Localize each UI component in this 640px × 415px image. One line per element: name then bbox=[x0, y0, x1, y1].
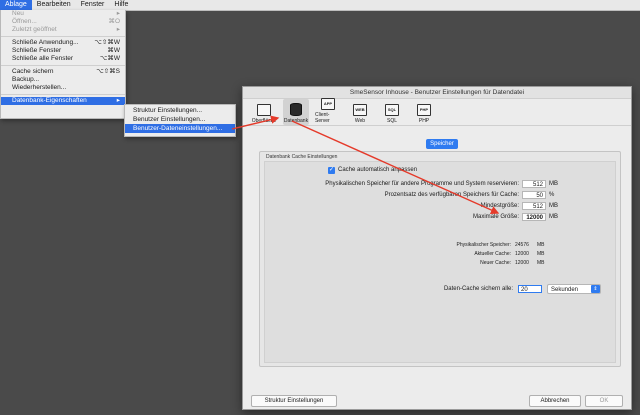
chevron-right-icon: ▸ bbox=[116, 10, 120, 17]
save-interval-unit-select[interactable]: Sekunden ⇕ bbox=[547, 284, 601, 294]
dialog-toolbar: Oberfläche Datenbank APP Client-Server W… bbox=[243, 98, 631, 126]
menu-item-datenbank-eigenschaften[interactable]: Datenbank-Eigenschaften ▸ bbox=[1, 97, 125, 105]
menu-separator bbox=[1, 36, 125, 37]
menu-item-schliesse-fenster[interactable]: Schließe Fenster ⌘W bbox=[1, 47, 125, 55]
group-title: Datenbank Cache Einstellungen bbox=[266, 154, 338, 160]
menu-item-wiederherstellen[interactable]: Wiederherstellen... bbox=[1, 84, 125, 92]
menu-ablage[interactable]: Ablage bbox=[0, 0, 32, 10]
database-icon bbox=[290, 103, 302, 116]
chevron-updown-icon: ⇕ bbox=[591, 285, 600, 293]
dialog-title: SmeSensor Inhouse - Benutzer Einstellung… bbox=[243, 87, 631, 99]
unit-label: MB bbox=[549, 203, 558, 209]
sql-icon: SQL bbox=[385, 104, 399, 116]
percent-field[interactable]: 50 bbox=[522, 191, 546, 199]
save-interval-label: Daten-Cache sichern alle: bbox=[443, 286, 513, 292]
window-icon bbox=[257, 104, 271, 116]
ok-button[interactable]: OK bbox=[585, 395, 623, 407]
phys-memory-value: 24576 bbox=[515, 242, 529, 248]
menu-item-schliesse-alle[interactable]: Schließe alle Fenster ⌥⌘W bbox=[1, 55, 125, 63]
unit-label: MB bbox=[537, 242, 545, 248]
auto-cache-checkbox[interactable]: ✓ bbox=[328, 167, 335, 174]
settings-dialog: SmeSensor Inhouse - Benutzer Einstellung… bbox=[242, 86, 632, 410]
menu-item-oeffnen: Öffnen... ⌘O bbox=[12, 18, 120, 25]
auto-cache-label: Cache automatisch anpassen bbox=[338, 167, 418, 173]
current-cache-label: Aktueller Cache: bbox=[474, 251, 511, 257]
reserve-field[interactable]: 512 bbox=[522, 180, 546, 188]
min-size-field[interactable]: 512 bbox=[522, 202, 546, 210]
file-menu: Neu ▸ Öffnen... ⌘O Zuletzt geöffnet ▸ Schli… bbox=[0, 10, 126, 119]
menu-fenster[interactable]: Fenster bbox=[76, 0, 110, 10]
struktur-settings-button[interactable]: Struktur Einstellungen bbox=[251, 395, 337, 407]
unit-label: MB bbox=[537, 260, 545, 266]
toolbar-datenbank[interactable]: Datenbank bbox=[283, 99, 309, 125]
unit-label: % bbox=[549, 192, 555, 198]
toolbar-label: Web bbox=[354, 118, 366, 124]
save-interval-field[interactable]: 20 bbox=[518, 285, 542, 293]
menu-item-cache-sichern[interactable]: Cache sichern ⌥⇧⌘S bbox=[1, 68, 125, 76]
toolbar-label: Datenbank bbox=[283, 118, 309, 124]
toolbar-label: Client-Server bbox=[315, 112, 330, 124]
new-cache-label: Neuer Cache: bbox=[480, 260, 511, 266]
menu-item-backup[interactable]: Backup... bbox=[1, 76, 125, 84]
datenbank-submenu: Struktur Einstellungen... Benutzer Einst… bbox=[124, 104, 236, 137]
toolbar-label: Oberfläche bbox=[251, 118, 277, 124]
toolbar-oberflaeche[interactable]: Oberfläche bbox=[251, 99, 277, 125]
menu-separator bbox=[1, 65, 125, 66]
max-size-field[interactable]: 12000 bbox=[522, 213, 546, 221]
toolbar-web[interactable]: WEB Web bbox=[347, 99, 373, 125]
max-size-label: Maximale Größe: bbox=[472, 214, 519, 220]
unit-label: MB bbox=[549, 214, 558, 220]
select-value: Sekunden bbox=[551, 287, 579, 293]
cache-group: Datenbank Cache Einstellungen ✓ Cache au… bbox=[259, 151, 621, 367]
phys-memory-label: Physikalischer Speicher: bbox=[456, 242, 511, 248]
menu-bearbeiten[interactable]: Bearbeiten bbox=[32, 0, 76, 10]
tab-speicher[interactable]: Speicher bbox=[426, 139, 458, 149]
menu-item-neu: Neu ▸ bbox=[12, 10, 120, 17]
toolbar-sql[interactable]: SQL SQL bbox=[379, 99, 405, 125]
menu-item-zuletzt: Zuletzt geöffnet ▸ bbox=[12, 26, 120, 33]
percent-label: Prozentsatz des verfügbaren Speichers fü… bbox=[384, 192, 519, 198]
menu-separator bbox=[1, 94, 125, 95]
submenu-item-benutzer[interactable]: Benutzer Einstellungen... bbox=[125, 115, 235, 124]
menu-hilfe[interactable]: Hilfe bbox=[109, 0, 133, 10]
new-cache-value: 12000 bbox=[515, 260, 529, 266]
chevron-right-icon: ▸ bbox=[116, 26, 120, 33]
chevron-right-icon: ▸ bbox=[116, 97, 120, 104]
submenu-item-struktur[interactable]: Struktur Einstellungen... bbox=[125, 106, 235, 115]
toolbar-client-server[interactable]: APP Client-Server bbox=[315, 98, 341, 125]
reserve-label: Physikalischen Speicher für andere Progr… bbox=[325, 181, 519, 187]
cache-settings-panel: ✓ Cache automatisch anpassen Physikalisc… bbox=[264, 161, 616, 363]
toolbar-label: PHP bbox=[418, 118, 430, 124]
php-icon: PHP bbox=[417, 104, 431, 116]
web-icon: WEB bbox=[353, 104, 367, 116]
cancel-button[interactable]: Abbrechen bbox=[529, 395, 581, 407]
unit-label: MB bbox=[537, 251, 545, 257]
min-size-label: Mindestgröße: bbox=[480, 203, 519, 209]
app-icon: APP bbox=[321, 98, 335, 110]
current-cache-value: 12000 bbox=[515, 251, 529, 257]
toolbar-php[interactable]: PHP PHP bbox=[411, 99, 437, 125]
submenu-item-benutzer-daten[interactable]: Benutzer-Dateneinstellungen... bbox=[125, 124, 235, 133]
menu-item-schliesse-anwendung[interactable]: Schließe Anwendung... ⌥⇧⌘W bbox=[1, 39, 125, 47]
unit-label: MB bbox=[549, 181, 558, 187]
toolbar-label: SQL bbox=[386, 118, 397, 124]
